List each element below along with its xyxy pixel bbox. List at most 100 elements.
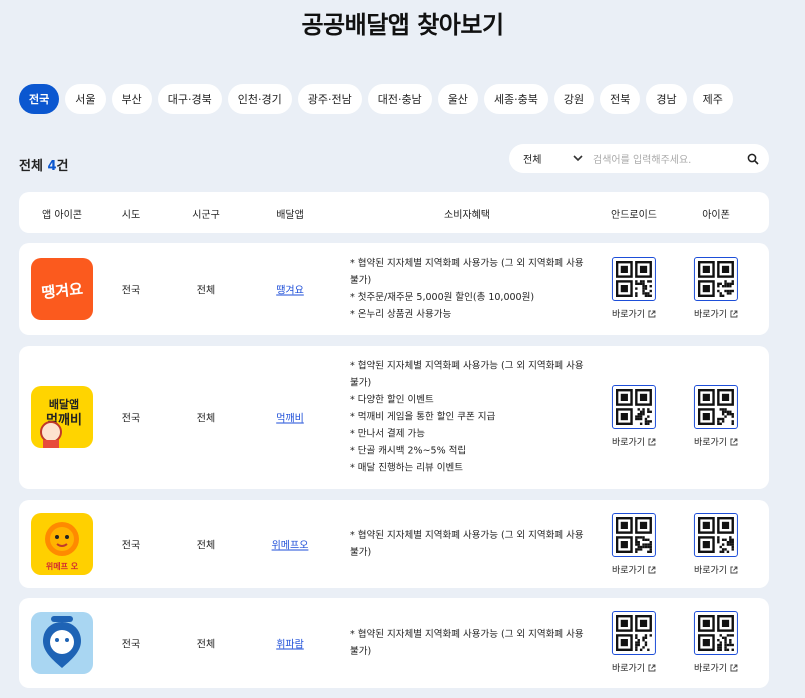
go-link-label[interactable]: 바로가기: [612, 435, 645, 448]
app-name-link[interactable]: 휘파람: [276, 636, 304, 651]
external-link-icon: [648, 438, 656, 445]
meokkaebi-logo: 배달앱 먹깨비: [31, 386, 93, 448]
header-app-icon: 앱 아이콘: [42, 210, 82, 221]
benefit-item: * 협약된 지자체별 지역화폐 사용가능 (그 외 지역화폐 사용불가): [350, 629, 584, 657]
region-chip[interactable]: 부산: [111, 84, 152, 114]
benefit-item: * 첫주문/재주문 5,000원 할인(총 10,000원): [350, 292, 535, 303]
go-link-label[interactable]: 바로가기: [694, 435, 727, 448]
page-title: 공공배달앱 찾아보기: [301, 11, 504, 39]
external-link-icon: [730, 438, 738, 445]
android-download[interactable]: 바로가기: [612, 385, 656, 448]
svg-text:땡겨요: 땡겨요: [41, 280, 84, 302]
search-category-value: 전체: [523, 155, 542, 166]
android-download[interactable]: 바로가기: [612, 611, 656, 674]
go-link-label[interactable]: 바로가기: [612, 661, 645, 674]
external-link-icon: [730, 310, 738, 317]
benefit-item: * 협약된 지자체별 지역화폐 사용가능 (그 외 지역화폐 사용불가): [350, 360, 584, 389]
cell-sigungu: 전체: [196, 285, 216, 297]
region-chip[interactable]: 경남: [646, 84, 687, 114]
qr-code-icon: [694, 385, 738, 429]
table-row: 위메프 오 전국 전체 위메프오 * 협약된 지자체별 지역화폐 사용가능 (그…: [19, 500, 769, 588]
chevron-down-icon: [573, 155, 583, 162]
header-consumer-benefits: 소비자혜택: [444, 210, 490, 221]
qr-code-icon: [694, 257, 738, 301]
result-count-number: 4: [47, 159, 57, 174]
cell-sigungu: 전체: [196, 540, 216, 552]
qr-code-icon: [694, 513, 738, 557]
result-count: 전체 4건: [19, 155, 68, 174]
header-delivery-app: 배달앱: [276, 210, 304, 221]
benefit-list: * 협약된 지자체별 지역화폐 사용가능 (그 외 지역화폐 사용불가): [350, 527, 590, 561]
svg-text:배달앱: 배달앱: [49, 397, 79, 411]
cell-sido: 전국: [121, 285, 141, 297]
table-row: 땡겨요 전국 전체 땡겨요 * 협약된 지자체별 지역화폐 사용가능 (그 외 …: [19, 243, 769, 335]
region-chip[interactable]: 전북: [600, 84, 641, 114]
external-link-icon: [648, 310, 656, 317]
iphone-download[interactable]: 바로가기: [694, 513, 738, 576]
external-link-icon: [648, 566, 656, 573]
result-count-unit: 건: [56, 159, 69, 174]
wemakeprice-o-logo: 위메프 오: [31, 513, 93, 575]
iphone-download[interactable]: 바로가기: [694, 385, 738, 448]
benefit-list: * 협약된 지자체별 지역화폐 사용가능 (그 외 지역화폐 사용불가) * 다…: [350, 358, 590, 477]
qr-code-icon: [694, 611, 738, 655]
table-row: 전국 전체 휘파람 * 협약된 지자체별 지역화폐 사용가능 (그 외 지역화폐…: [19, 598, 769, 688]
android-download[interactable]: 바로가기: [612, 257, 656, 320]
go-link-label[interactable]: 바로가기: [694, 563, 727, 576]
region-chip[interactable]: 서울: [65, 84, 106, 114]
benefit-list: * 협약된 지자체별 지역화폐 사용가능 (그 외 지역화폐 사용불가): [350, 626, 590, 660]
external-link-icon: [730, 664, 738, 671]
region-chip[interactable]: 강원: [553, 84, 595, 114]
cell-sido: 전국: [121, 540, 141, 552]
region-filter: 전국 서울 부산 대구·경북 인천·경기 광주·전남 대전·충남 울산 세종·충…: [19, 84, 733, 114]
qr-code-icon: [612, 513, 656, 557]
search-input[interactable]: 검색어를 입력해주세요.: [593, 151, 747, 166]
benefit-item: * 다양한 할인 이벤트: [350, 394, 434, 406]
benefit-list: * 협약된 지자체별 지역화폐 사용가능 (그 외 지역화폐 사용불가) * 첫…: [350, 255, 590, 323]
search-category-select[interactable]: 전체: [523, 151, 583, 166]
result-count-label: 전체: [19, 159, 43, 174]
cell-sido: 전국: [121, 639, 141, 651]
header-sido: 시도: [121, 210, 141, 221]
external-link-icon: [648, 664, 656, 671]
benefit-item: * 매달 진행하는 리뷰 이벤트: [350, 462, 463, 474]
go-link-label[interactable]: 바로가기: [694, 307, 727, 320]
cell-sido: 전국: [121, 413, 141, 425]
external-link-icon: [730, 566, 738, 573]
android-download[interactable]: 바로가기: [612, 513, 656, 576]
ddangyo-logo: 땡겨요: [31, 258, 93, 320]
table-row: 배달앱 먹깨비 전국 전체 먹깨비 * 협약된 지자체별 지역화폐 사용가능 (…: [19, 346, 769, 489]
benefit-item: * 먹깨비 게임을 통한 할인 쿠폰 지급: [350, 411, 496, 423]
region-chip[interactable]: 전국: [19, 84, 60, 114]
hwiparam-logo: [31, 612, 93, 674]
app-name-link[interactable]: 먹깨비: [276, 410, 304, 425]
region-chip[interactable]: 대전·충남: [367, 84, 432, 114]
iphone-download[interactable]: 바로가기: [694, 611, 738, 674]
qr-code-icon: [612, 385, 656, 429]
region-chip[interactable]: 광주·전남: [297, 84, 362, 114]
region-chip[interactable]: 세종·충북: [483, 84, 548, 114]
qr-code-icon: [612, 611, 656, 655]
go-link-label[interactable]: 바로가기: [612, 307, 645, 320]
region-chip[interactable]: 제주: [692, 84, 733, 114]
benefit-item: * 만나서 결제 가능: [350, 428, 425, 440]
benefit-item: * 단골 캐시백 2%~5% 적립: [350, 445, 467, 457]
benefit-item: * 온누리 상품권 사용가능: [350, 309, 452, 320]
iphone-download[interactable]: 바로가기: [694, 257, 738, 320]
qr-code-icon: [612, 257, 656, 301]
search-bar: 전체 검색어를 입력해주세요.: [509, 144, 769, 173]
search-icon[interactable]: [747, 153, 759, 165]
header-sigungu: 시군구: [192, 210, 220, 221]
region-chip[interactable]: 인천·경기: [227, 84, 292, 114]
benefit-item: * 협약된 지자체별 지역화폐 사용가능 (그 외 지역화폐 사용불가): [350, 258, 584, 286]
app-name-link[interactable]: 땡겨요: [276, 282, 304, 297]
go-link-label[interactable]: 바로가기: [694, 661, 727, 674]
logo-label: 위메프 오: [45, 562, 79, 571]
app-name-link[interactable]: 위메프오: [272, 537, 309, 552]
benefit-item: * 협약된 지자체별 지역화폐 사용가능 (그 외 지역화폐 사용불가): [350, 530, 584, 558]
region-chip[interactable]: 울산: [437, 84, 478, 114]
table-header: 앱 아이콘 시도 시군구 배달앱 소비자혜택 안드로이드 아이폰: [19, 192, 769, 233]
go-link-label[interactable]: 바로가기: [612, 563, 645, 576]
region-chip[interactable]: 대구·경북: [157, 84, 222, 114]
header-iphone: 아이폰: [702, 210, 730, 221]
